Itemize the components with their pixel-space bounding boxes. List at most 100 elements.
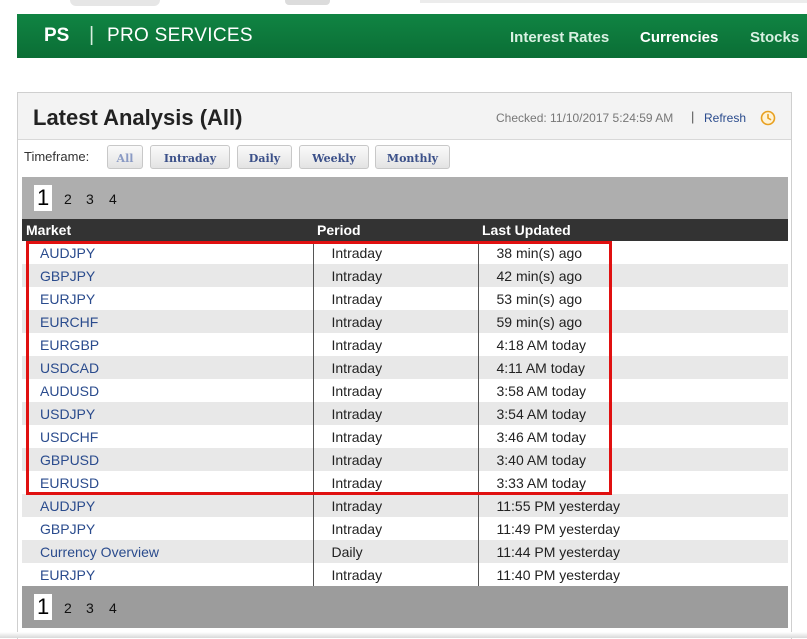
table-row[interactable]: GBPUSD Intraday 3:40 AM today	[22, 448, 788, 471]
table-header-row: Market Period Last Updated	[22, 219, 788, 241]
table-row[interactable]: Currency Overview Daily 11:44 PM yesterday	[22, 540, 788, 563]
period-cell: Intraday	[312, 241, 478, 264]
market-cell: USDCHF	[22, 425, 313, 448]
market-cell: GBPJPY	[22, 264, 313, 287]
market-link[interactable]: AUDJPY	[40, 498, 95, 514]
page-3-link[interactable]: 3	[86, 600, 94, 616]
table-row[interactable]: EURJPY Intraday 53 min(s) ago	[22, 287, 788, 310]
period-cell: Intraday	[312, 264, 478, 287]
page-2-link[interactable]: 2	[64, 600, 72, 616]
analysis-table: Market Period Last Updated AUDJPY Intrada…	[22, 219, 788, 586]
nav-interest-rates[interactable]: Interest Rates	[510, 29, 609, 46]
market-cell: EURGBP	[22, 333, 313, 356]
pagination-top: 1 2 3 4	[22, 177, 788, 219]
refresh-link[interactable]: Refresh	[704, 111, 746, 125]
period-cell: Intraday	[312, 517, 478, 540]
market-link[interactable]: Currency Overview	[40, 544, 159, 560]
page-4-link[interactable]: 4	[109, 191, 117, 207]
last-updated-cell: 3:58 AM today	[477, 379, 788, 402]
timeframe-monthly-button[interactable]: Monthly	[375, 145, 450, 169]
market-link[interactable]: USDCAD	[40, 360, 99, 376]
market-link[interactable]: USDCHF	[40, 429, 98, 445]
market-link[interactable]: USDJPY	[40, 406, 95, 422]
period-cell: Intraday	[312, 287, 478, 310]
brand-separator: |	[89, 24, 95, 46]
period-cell: Intraday	[312, 402, 478, 425]
column-header-market[interactable]: Market	[22, 219, 313, 241]
market-link[interactable]: EURUSD	[40, 475, 99, 491]
last-updated-cell: 11:55 PM yesterday	[477, 494, 788, 517]
market-link[interactable]: GBPJPY	[40, 268, 95, 284]
table-body: AUDJPY Intraday 38 min(s) ago GBPJPY Intrada…	[22, 241, 788, 586]
latest-analysis-panel: Latest Analysis (All) Checked: 11/10/201…	[17, 92, 792, 639]
clock-icon[interactable]	[760, 110, 776, 126]
last-updated-cell: 3:40 AM today	[477, 448, 788, 471]
period-cell: Intraday	[312, 333, 478, 356]
market-cell: AUDUSD	[22, 379, 313, 402]
last-updated-cell: 3:33 AM today	[477, 471, 788, 494]
market-cell: Currency Overview	[22, 540, 313, 563]
panel-header: Latest Analysis (All) Checked: 11/10/201…	[18, 93, 791, 140]
page-3-link[interactable]: 3	[86, 191, 94, 207]
checked-timestamp: Checked: 11/10/2017 5:24:59 AM	[496, 111, 674, 125]
page-2-link[interactable]: 2	[64, 191, 72, 207]
table-row[interactable]: USDJPY Intraday 3:54 AM today	[22, 402, 788, 425]
period-cell: Intraday	[312, 356, 478, 379]
table-row[interactable]: AUDJPY Intraday 11:55 PM yesterday	[22, 494, 788, 517]
market-cell: GBPUSD	[22, 448, 313, 471]
last-updated-cell: 4:18 AM today	[477, 333, 788, 356]
market-cell: EURUSD	[22, 471, 313, 494]
market-link[interactable]: GBPJPY	[40, 521, 95, 537]
table-row[interactable]: GBPJPY Intraday 42 min(s) ago	[22, 264, 788, 287]
last-updated-cell: 4:11 AM today	[477, 356, 788, 379]
column-header-last-updated[interactable]: Last Updated	[478, 219, 788, 241]
column-header-period[interactable]: Period	[313, 219, 478, 241]
page-1-link[interactable]: 1	[34, 594, 53, 620]
table-row[interactable]: EURUSD Intraday 3:33 AM today	[22, 471, 788, 494]
market-link[interactable]: EURJPY	[40, 291, 95, 307]
period-cell: Intraday	[312, 471, 478, 494]
last-updated-cell: 42 min(s) ago	[477, 264, 788, 287]
market-link[interactable]: EURCHF	[40, 314, 98, 330]
period-cell: Intraday	[312, 448, 478, 471]
header-separator: |	[691, 109, 695, 124]
top-strip	[0, 0, 807, 14]
analysis-table-wrapper: 1 2 3 4 Market Period Last Updated AUDJP…	[22, 177, 788, 628]
brand-abbr[interactable]: PS	[44, 25, 69, 47]
logo-fragment	[70, 0, 160, 6]
timeframe-all-button[interactable]: All	[107, 145, 143, 169]
period-cell: Intraday	[312, 310, 478, 333]
table-row[interactable]: AUDUSD Intraday 3:58 AM today	[22, 379, 788, 402]
bottom-shadow	[0, 632, 807, 638]
last-updated-cell: 53 min(s) ago	[477, 287, 788, 310]
period-cell: Intraday	[312, 563, 478, 586]
market-link[interactable]: AUDJPY	[40, 245, 95, 261]
market-link[interactable]: GBPUSD	[40, 452, 99, 468]
timeframe-label: Timeframe:	[24, 149, 90, 164]
table-row[interactable]: EURJPY Intraday 11:40 PM yesterday	[22, 563, 788, 586]
market-link[interactable]: AUDUSD	[40, 383, 99, 399]
timeframe-intraday-button[interactable]: Intraday	[150, 145, 230, 169]
pagination-bottom: 1 2 3 4	[22, 586, 788, 628]
market-cell: USDCAD	[22, 356, 313, 379]
last-updated-cell: 11:44 PM yesterday	[477, 540, 788, 563]
market-cell: EURCHF	[22, 310, 313, 333]
timeframe-weekly-button[interactable]: Weekly	[299, 145, 369, 169]
nav-currencies[interactable]: Currencies	[640, 29, 718, 46]
last-updated-cell: 3:54 AM today	[477, 402, 788, 425]
table-row[interactable]: USDCHF Intraday 3:46 AM today	[22, 425, 788, 448]
period-cell: Intraday	[312, 494, 478, 517]
table-row[interactable]: AUDJPY Intraday 38 min(s) ago	[22, 241, 788, 264]
timeframe-daily-button[interactable]: Daily	[237, 145, 292, 169]
brand-name[interactable]: PRO SERVICES	[107, 25, 253, 47]
table-row[interactable]: EURGBP Intraday 4:18 AM today	[22, 333, 788, 356]
page-4-link[interactable]: 4	[109, 600, 117, 616]
market-link[interactable]: EURGBP	[40, 337, 99, 353]
nav-stocks[interactable]: Stocks	[750, 29, 799, 46]
table-row[interactable]: USDCAD Intraday 4:11 AM today	[22, 356, 788, 379]
market-link[interactable]: EURJPY	[40, 567, 95, 583]
market-cell: EURJPY	[22, 563, 313, 586]
table-row[interactable]: GBPJPY Intraday 11:49 PM yesterday	[22, 517, 788, 540]
table-row[interactable]: EURCHF Intraday 59 min(s) ago	[22, 310, 788, 333]
page-1-link[interactable]: 1	[34, 185, 53, 211]
